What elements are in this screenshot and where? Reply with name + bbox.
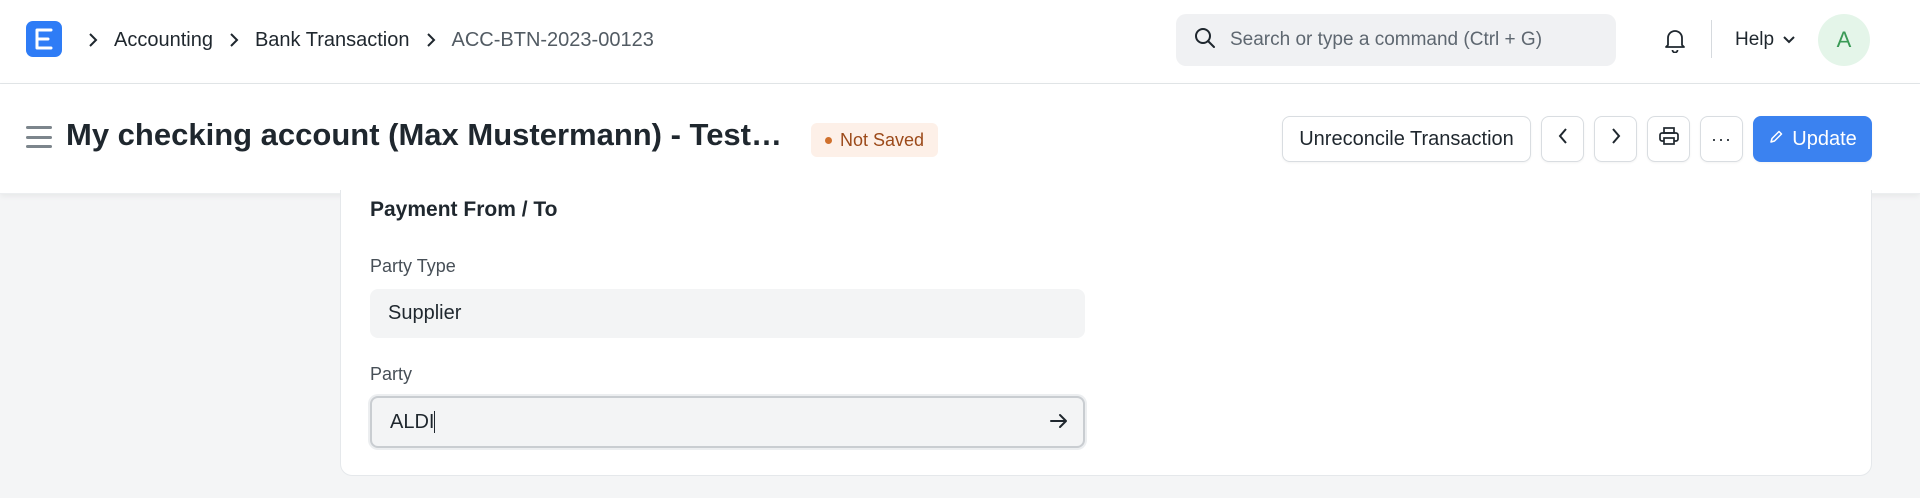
party-field[interactable]: ALDI (370, 396, 1085, 448)
party-label: Party (370, 364, 413, 384)
chevron-right-icon (416, 33, 446, 47)
search-input[interactable] (1230, 29, 1610, 51)
search-bar[interactable] (1176, 14, 1616, 66)
search-icon (1194, 27, 1216, 54)
chevron-right-icon (1610, 127, 1622, 151)
chevron-left-icon (1557, 127, 1569, 151)
app-logo-icon[interactable] (26, 21, 62, 57)
help-label: Help (1735, 29, 1775, 50)
menu-icon[interactable] (26, 126, 52, 148)
unreconcile-button[interactable]: Unreconcile Transaction (1282, 116, 1531, 162)
form-section-card: Payment From / To Party Type Supplier Pa… (340, 190, 1872, 476)
party-type-field[interactable]: Supplier (370, 289, 1085, 338)
update-button[interactable]: Update (1753, 116, 1872, 162)
party-value[interactable]: ALDI (390, 411, 434, 434)
previous-doc-button[interactable] (1541, 116, 1584, 162)
breadcrumb-current-doc[interactable]: ACC-BTN-2023-00123 (446, 29, 660, 52)
navbar: Accounting Bank Transaction ACC-BTN-2023… (0, 0, 1920, 84)
more-actions-button[interactable]: ··· (1700, 116, 1743, 162)
party-type-label: Party Type (370, 256, 456, 276)
avatar[interactable]: A (1818, 14, 1870, 66)
arrow-right-icon[interactable] (1047, 410, 1071, 432)
chevron-right-icon (78, 33, 108, 47)
printer-icon (1658, 126, 1680, 152)
update-label: Update (1792, 127, 1857, 150)
page-head: My checking account (Max Mustermann) - T… (0, 84, 1920, 194)
breadcrumb-accounting[interactable]: Accounting (108, 29, 219, 52)
text-cursor (434, 411, 436, 433)
status-dot (825, 136, 832, 144)
pencil-icon (1768, 128, 1784, 151)
party-type-value: Supplier (388, 302, 462, 324)
section-title: Payment From / To (370, 198, 558, 221)
chevron-down-icon (1782, 29, 1796, 51)
help-dropdown[interactable]: Help (1735, 26, 1796, 54)
status-badge: Not Saved (811, 123, 939, 157)
navbar-divider (1711, 20, 1712, 58)
breadcrumb: Accounting Bank Transaction ACC-BTN-2023… (78, 0, 660, 80)
status-label: Not Saved (840, 129, 925, 150)
print-button[interactable] (1647, 116, 1690, 162)
chevron-right-icon (219, 33, 249, 47)
page-title: My checking account (Max Mustermann) - T… (66, 117, 796, 152)
breadcrumb-bank-transaction[interactable]: Bank Transaction (249, 29, 416, 52)
next-doc-button[interactable] (1594, 116, 1637, 162)
bell-icon[interactable] (1660, 25, 1690, 55)
